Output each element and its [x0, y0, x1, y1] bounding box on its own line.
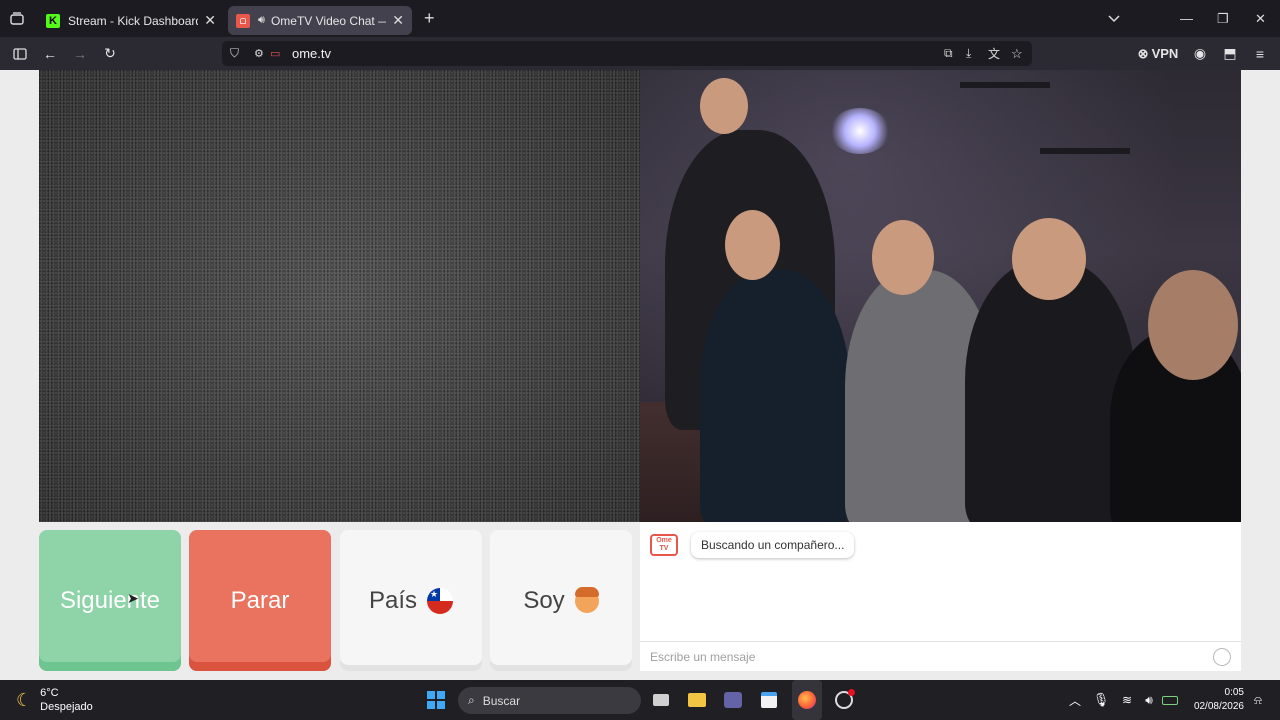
maximize-button[interactable]: ❐: [1217, 0, 1229, 37]
country-button[interactable]: País ★: [340, 530, 482, 671]
clock-date: 02/08/2026: [1193, 701, 1244, 712]
clock[interactable]: 0:05 02/08/2026: [1194, 686, 1244, 714]
stop-button[interactable]: Parar: [189, 530, 331, 671]
status-message: Buscando un compañero...: [691, 532, 855, 558]
shield-icon[interactable]: ⛉: [230, 46, 239, 61]
navigation-bar: ← → ↻ ⛉ ⚙ ▭ ome.tv ⧉ ⤓ 文 ☆ ⊗ VPN ◉ ⬒ ≡: [0, 37, 1280, 70]
download-icon[interactable]: ⤓: [966, 46, 971, 61]
ometv-logo-icon: Ome TV: [650, 534, 678, 556]
gender-label: Soy: [523, 586, 565, 614]
volume-icon[interactable]: 🔊︎: [1140, 680, 1158, 720]
extensions-icon[interactable]: ⬒: [1220, 37, 1240, 70]
picture-in-picture-icon[interactable]: ⧉: [944, 46, 953, 61]
emoji-icon[interactable]: [1213, 648, 1231, 666]
tab-title: OmeTV Video Chat — Ome: [270, 13, 386, 28]
url-text: ome.tv: [292, 46, 332, 61]
message-placeholder: Escribe un mensaje: [650, 649, 756, 664]
mouse-cursor-icon: ➤: [127, 590, 139, 606]
permissions-icon[interactable]: ⚙: [254, 47, 264, 60]
ometv-page: Siguiente Parar País ★ Soy ➤ Ome TV Busc…: [0, 70, 1280, 680]
tab-ometv[interactable]: ▢ 🔊︎ OmeTV Video Chat — Ome ✕: [228, 6, 412, 35]
camera-active-icon[interactable]: ▭: [270, 47, 280, 60]
chevron-up-icon[interactable]: ︿: [1066, 680, 1084, 720]
clock-time: 0:05: [1224, 687, 1244, 698]
windows-taskbar: ☾ 6°C Despejado ⌕ Buscar ︿ 🎙︎ ≋ 🔊︎ 0:05 …: [0, 680, 1280, 720]
vpn-button[interactable]: ⊗ VPN: [1136, 37, 1180, 70]
neon-sign: [830, 108, 890, 154]
url-bar[interactable]: ⛉ ⚙ ▭ ome.tv ⧉ ⤓ 文 ☆: [222, 41, 1032, 66]
tab-list-icon[interactable]: [0, 0, 34, 37]
speaker-icon[interactable]: 🔊︎: [258, 14, 265, 27]
reload-icon[interactable]: ↻: [100, 37, 120, 70]
wifi-icon[interactable]: ≋: [1118, 680, 1136, 720]
next-label: Siguiente: [59, 586, 161, 614]
translate-icon[interactable]: 文: [988, 45, 1000, 62]
file-explorer-icon[interactable]: [686, 680, 708, 720]
menu-icon[interactable]: ≡: [1250, 37, 1270, 70]
tab-title: Stream - Kick Dashboard: [68, 13, 199, 28]
gender-button[interactable]: Soy: [490, 530, 632, 671]
chat-panel: Ome TV Buscando un compañero... Escribe …: [640, 522, 1241, 671]
bookmark-star-icon[interactable]: ☆: [1011, 46, 1023, 62]
start-button[interactable]: [424, 680, 448, 720]
search-label: Buscar: [482, 693, 521, 708]
minimize-button[interactable]: —: [1180, 0, 1193, 37]
new-tab-button[interactable]: +: [424, 8, 435, 29]
taskbar-search[interactable]: ⌕ Buscar: [458, 687, 641, 714]
kick-icon: K: [46, 13, 60, 28]
firefox-icon[interactable]: [792, 680, 822, 720]
stop-label: Parar: [230, 586, 290, 614]
store-icon[interactable]: [758, 680, 780, 720]
chile-flag-icon: ★: [427, 587, 454, 614]
search-icon: ⌕: [468, 693, 475, 707]
local-video-static: [39, 70, 640, 522]
app-icon[interactable]: [832, 680, 856, 720]
sidebar-toggle-icon[interactable]: [10, 37, 30, 70]
moon-icon: ☾: [16, 689, 33, 710]
forward-icon[interactable]: →: [70, 37, 90, 70]
weather-widget[interactable]: ☾ 6°C Despejado: [16, 686, 93, 714]
ometv-icon: ▢: [236, 13, 250, 28]
vpn-icon: ⊗: [1137, 45, 1149, 61]
tab-overflow-icon[interactable]: [1108, 0, 1120, 37]
browser-tab-bar: K Stream - Kick Dashboard ✕ ▢ 🔊︎ OmeTV V…: [0, 0, 1280, 37]
country-label: País: [368, 586, 418, 614]
teams-icon[interactable]: [722, 680, 744, 720]
weather-desc: Despejado: [40, 701, 93, 713]
remote-video: [640, 70, 1241, 522]
close-tab-icon[interactable]: ✕: [392, 12, 404, 29]
notifications-icon[interactable]: ⍾: [1250, 680, 1266, 720]
next-button[interactable]: Siguiente: [39, 530, 181, 671]
microphone-icon[interactable]: 🎙︎: [1092, 680, 1110, 720]
message-input[interactable]: Escribe un mensaje: [640, 641, 1241, 671]
weather-temp: 6°C: [40, 687, 59, 699]
boy-face-icon: [574, 586, 599, 613]
close-tab-icon[interactable]: ✕: [204, 12, 216, 29]
close-window-button[interactable]: ✕: [1255, 0, 1266, 37]
task-view-icon[interactable]: [650, 680, 672, 720]
back-icon[interactable]: ←: [40, 37, 60, 70]
battery-icon[interactable]: [1160, 680, 1180, 720]
account-icon[interactable]: ◉: [1190, 37, 1210, 70]
tab-kick-dashboard[interactable]: K Stream - Kick Dashboard ✕: [38, 6, 224, 35]
